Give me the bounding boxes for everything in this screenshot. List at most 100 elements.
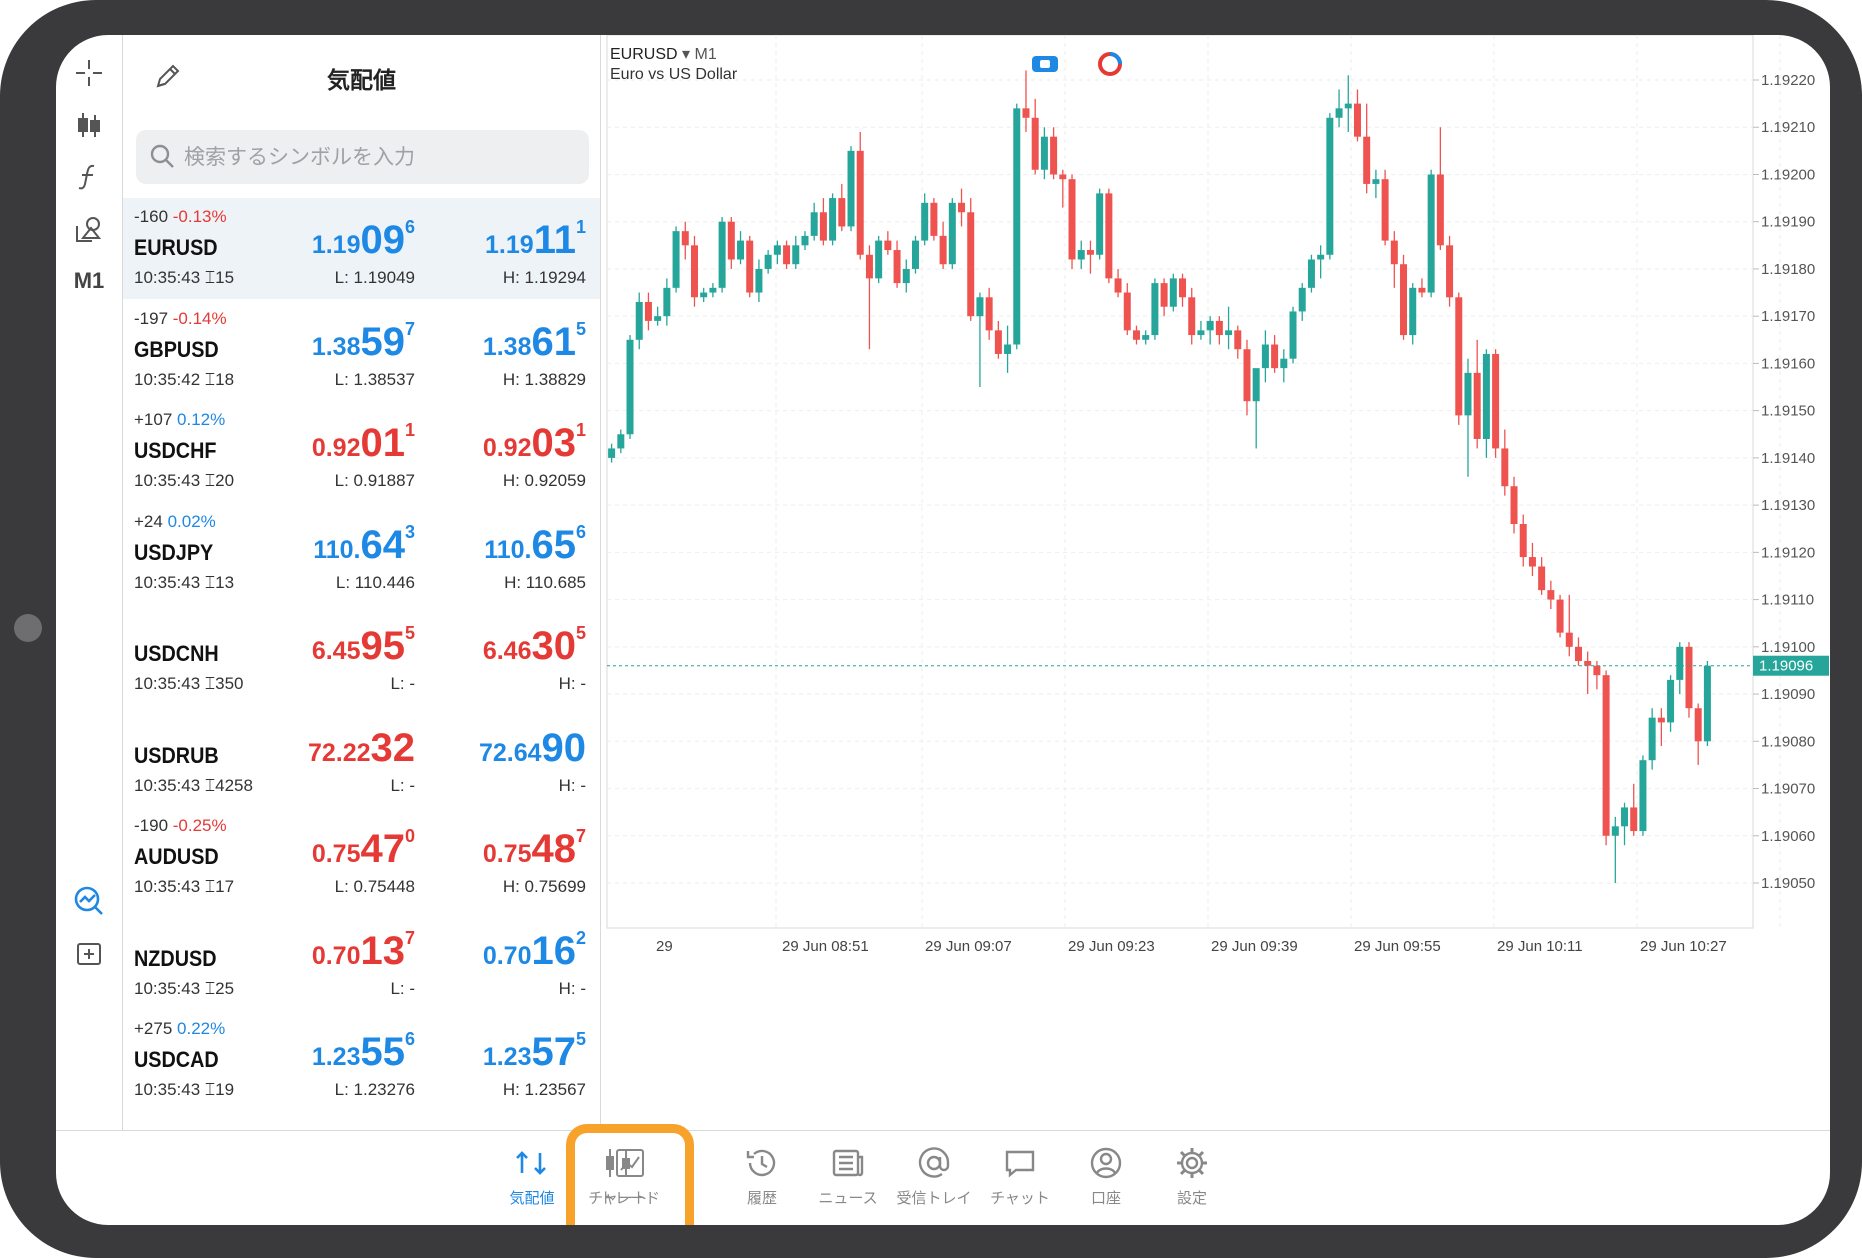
change-percent: 0.02% [167,511,216,531]
ask-price[interactable]: 1.19111 [485,218,586,260]
ask-price-prefix: 6.46 [482,637,532,665]
history-icon [744,1145,780,1181]
ask-price-big: 48 [531,827,576,871]
tab-mailbox[interactable]: 受信トレイ [886,1139,982,1215]
candle-body [1280,358,1288,369]
candle-body [1059,174,1067,180]
tab-chat[interactable]: チャット [972,1139,1068,1215]
candle-body [700,292,708,298]
candle-body [875,240,883,279]
add-window-icon[interactable] [66,931,112,975]
chart-plot-area [606,35,1754,929]
bid-price[interactable]: 72.2232 [308,728,415,768]
ask-price[interactable]: 72.6490 [479,728,586,768]
tab-label: チャット [990,1190,1050,1207]
symbol-search[interactable] [136,130,589,184]
candle-body [681,231,689,246]
candle-body [792,245,800,265]
quote-row-usdcnh[interactable]: USDCNH 10:35:43 ⌶350 6.45955 6.46305 L: - H: … [123,604,600,705]
quote-row-usdchf[interactable]: +107 0.12% USDCHF 10:35:43 ⌶20 0.92011 0.920… [123,401,600,502]
bid-price[interactable]: 6.45955 [312,624,415,666]
candles-icon[interactable] [66,103,112,147]
symbol-name: USDRUB [134,742,219,768]
candle-body [1243,349,1251,402]
bid-price-pip: 0 [404,826,415,846]
x-tick-label: 29 Jun 09:07 [925,938,1012,955]
change-points: -160 [134,207,169,226]
quote-row-gbpusd[interactable]: -197 -0.14% GBPUSD 10:35:42 ⌶18 1.38597 1.38… [123,300,600,401]
spread-icon: ⌶ [204,775,216,795]
candle-body [1648,717,1656,761]
ask-price-big: 65 [531,522,576,567]
candle-body [856,150,864,255]
tab-settings[interactable]: 設定 [1144,1139,1240,1215]
one-click-trading-icon-inner [1040,60,1050,68]
candle-body [1427,174,1435,293]
bid-price-prefix: 1.23 [311,1043,361,1071]
crosshair-icon[interactable] [66,51,112,95]
quote-row-usdcad[interactable]: +275 0.22% USDCAD 10:35:43 ⌶19 1.23556 1.235… [123,1010,600,1111]
candle-body [1031,117,1039,170]
candle-body [1381,179,1389,241]
candle-body [819,212,827,241]
daily-high: H: 1.23567 [502,1080,586,1099]
function-icon[interactable] [66,155,112,199]
objects-icon[interactable] [66,207,112,251]
ask-price[interactable]: 0.70162 [483,927,586,971]
chart-canvas[interactable]: 1.19220 1.19210 1.19200 1.19190 1.19180 1.191… [601,35,1830,1130]
bid-price-pip: 6 [404,217,415,237]
bid-price[interactable]: 0.92011 [312,421,415,463]
ask-price[interactable]: 6.46305 [482,624,586,666]
ask-price[interactable]: 1.38615 [483,320,586,362]
quote-row-audusd[interactable]: -190 -0.25% AUDUSD 10:35:43 ⌶17 0.75470 0.75… [123,807,600,908]
daily-high: H: 110.685 [504,572,586,592]
candle-body [1676,646,1684,680]
home-button[interactable] [14,614,42,642]
candle-body [1114,278,1122,293]
quote-timestamp: 10:35:43 [134,978,201,998]
candle-body [1234,330,1242,350]
chart-status-icon[interactable] [66,879,112,923]
bid-price[interactable]: 0.75470 [312,826,415,869]
ask-price[interactable]: 0.92031 [483,421,586,463]
candle-body [746,240,754,293]
y-tick-label: 1.19110 [1761,592,1814,609]
candle-body [1446,245,1454,298]
daily-high: H: - [558,775,586,795]
candle-body [1289,311,1297,359]
quote-row-eurusd[interactable]: -160 -0.13% EURUSD 10:35:43 ⌶15 1.19096 1.19… [123,198,600,299]
ask-price[interactable]: 110.656 [484,522,586,567]
bid-price[interactable]: 0.70137 [312,929,415,971]
candle-body [1215,320,1223,336]
candle-body [1464,372,1472,416]
bid-price[interactable]: 1.38597 [312,320,415,362]
daily-high: H: 1.19294 [502,268,586,287]
quote-time: 10:35:42 ⌶18 [134,370,234,390]
ask-price[interactable]: 1.23575 [483,1029,586,1072]
bid-price-prefix: 1.19 [311,231,361,259]
candle-body [727,221,735,260]
bid-price[interactable]: 1.19096 [311,217,415,260]
y-tick-label: 1.19100 [1761,639,1815,656]
spread-value: 13 [215,572,235,592]
tab-quotes[interactable]: 気配値 [484,1139,580,1215]
timeframe-button[interactable]: M1 [66,259,112,303]
ask-price-pip: 2 [575,927,586,948]
candle-body [1565,632,1573,647]
ask-price-pip: 5 [575,1029,586,1049]
app-screen: M1 気配値 -160 -0.13%EURUSD10:35 [56,35,1830,1225]
bid-price[interactable]: 1.23556 [311,1030,415,1072]
ask-price[interactable]: 0.75487 [483,827,586,871]
bid-price[interactable]: 110.643 [313,523,415,565]
quote-row-nzdusd[interactable]: NZDUSD 10:35:43 ⌶25 0.70137 0.70162 L: - H: - [123,909,600,1010]
candle-body [718,221,726,288]
tab-trade[interactable]: トレード [566,1124,694,1225]
tab-news[interactable]: ニュース [800,1139,896,1215]
price-chart[interactable]: 1.19220 1.19210 1.19200 1.19190 1.19180 1.191… [601,35,1830,1130]
quote-row-usdrub[interactable]: USDRUB 10:35:43 ⌶4258 72.2232 72.6490 L: - H:… [123,706,600,807]
candle-body [1335,108,1343,118]
tab-history[interactable]: 履歴 [714,1139,810,1215]
search-input[interactable] [184,145,564,169]
quote-row-usdjpy[interactable]: +24 0.02% USDJPY 10:35:43 ⌶13 110.643 110.65… [123,503,600,604]
tab-account[interactable]: 口座 [1058,1139,1154,1215]
